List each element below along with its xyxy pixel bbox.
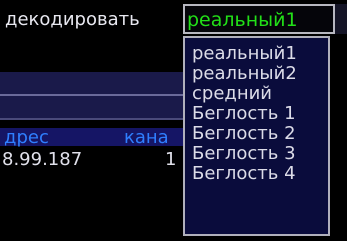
decode-label: декодировать: [5, 9, 140, 30]
dropdown-option-fluency-4[interactable]: Беглость 4: [185, 164, 328, 184]
table-cell-address[interactable]: 8.99.187: [2, 150, 82, 170]
select-edge-panel: [335, 4, 347, 34]
form-row-band: [0, 72, 183, 120]
dropdown-option-fluency-1[interactable]: Беглость 1: [185, 104, 328, 124]
decode-mode-select[interactable]: реальный1: [183, 4, 335, 34]
dropdown-option-fluency-3[interactable]: Беглость 3: [185, 144, 328, 164]
row-divider: [0, 94, 183, 96]
dropdown-option-real1[interactable]: реальный1: [185, 44, 328, 64]
dropdown-option-fluency-2[interactable]: Беглость 2: [185, 124, 328, 144]
decode-mode-value: реальный1: [187, 9, 298, 31]
dropdown-option-real2[interactable]: реальный2: [185, 64, 328, 84]
table-cell-channel[interactable]: 1: [165, 150, 176, 170]
decode-mode-dropdown-list: реальный1 реальный2 средний Беглость 1 Б…: [183, 36, 330, 236]
row-divider-lower: [0, 118, 183, 120]
device-screen: декодировать реальный1 дрес кана 8.99.18…: [0, 0, 347, 241]
column-header-channel: кана: [124, 127, 169, 148]
dropdown-option-medium[interactable]: средний: [185, 84, 328, 104]
column-header-address: дрес: [4, 127, 49, 148]
